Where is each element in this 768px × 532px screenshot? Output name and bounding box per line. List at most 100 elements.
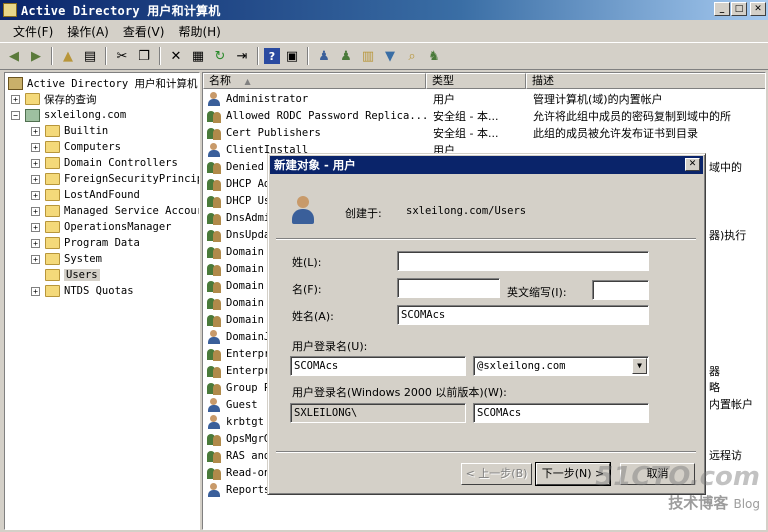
toolbar-separator [257, 47, 259, 65]
group-icon [207, 279, 221, 293]
show-tree-icon[interactable]: ▤ [80, 46, 100, 66]
row-name: Administrator [226, 92, 309, 105]
help-icon[interactable]: ? [264, 48, 280, 64]
collapse-icon[interactable]: − [11, 110, 20, 120]
menu-view[interactable]: 查看(V) [116, 21, 172, 42]
last-name-field[interactable] [397, 251, 649, 271]
row-name: Read-on [226, 466, 271, 479]
expand-icon[interactable]: + [31, 174, 40, 184]
row-name: Domain [226, 313, 264, 326]
expand-icon[interactable]: + [31, 126, 40, 136]
tree-item-ntds-quotas[interactable]: + NTDS Quotas [31, 283, 134, 299]
dropdown-arrow-icon[interactable]: ▼ [632, 358, 647, 374]
properties-icon[interactable]: ▦ [188, 46, 208, 66]
row-type: 安全组 - 本... [433, 109, 499, 123]
folder-icon [45, 253, 60, 265]
filter-icon[interactable]: ▼ [380, 46, 400, 66]
minimize-button[interactable]: _ [714, 2, 730, 16]
upn-suffix-select[interactable]: @sxleilong.com ▼ [473, 356, 649, 376]
tree-item-system[interactable]: + System [31, 251, 102, 267]
tree-item-domain[interactable]: − sxleilong.com [11, 107, 126, 123]
row-name: RAS and [226, 449, 271, 462]
group-icon [207, 211, 221, 225]
user-icon [207, 414, 221, 429]
cut-icon[interactable]: ✂ [112, 46, 132, 66]
row-description: 管理计算机(域)的内置帐户 [533, 92, 663, 106]
expand-icon[interactable]: + [31, 238, 40, 248]
tree-item-domain-controllers[interactable]: + Domain Controllers [31, 155, 178, 171]
user-icon [207, 482, 221, 497]
folder-icon [25, 93, 40, 105]
full-name-field[interactable]: SCOMAcs [397, 305, 649, 325]
expand-icon[interactable]: + [31, 206, 40, 216]
toolbar-separator [159, 47, 161, 65]
new-ou-icon[interactable]: ▥ [358, 46, 378, 66]
group-icon [207, 160, 221, 174]
expand-icon[interactable]: + [31, 222, 40, 232]
new-user-icon[interactable]: ♟ [314, 46, 334, 66]
first-name-field[interactable] [397, 278, 500, 298]
column-header-name[interactable]: 名称 ▲ [203, 73, 426, 89]
watermark: 51CTO.com 技术博客 Blog [595, 462, 760, 513]
tree-item-saved-queries[interactable]: + 保存的查询 [11, 91, 97, 107]
expand-icon[interactable]: + [11, 94, 20, 104]
export-icon[interactable]: ⇥ [232, 46, 252, 66]
tree-item-lost-and-found[interactable]: + LostAndFound [31, 187, 140, 203]
peek-desc: 远程访 [709, 449, 742, 462]
dialog-close-button[interactable]: ✕ [685, 158, 700, 171]
menu-action[interactable]: 操作(A) [60, 21, 116, 42]
expand-icon[interactable]: + [31, 158, 40, 168]
row-name: krbtgt [226, 415, 264, 428]
row-name: Reports [226, 483, 271, 496]
forward-arrow-icon[interactable]: ▶ [26, 46, 46, 66]
expand-icon[interactable]: + [31, 190, 40, 200]
column-header-description[interactable]: 描述 [526, 73, 765, 89]
initials-field[interactable] [592, 280, 649, 300]
row-name: DnsAdmi [226, 211, 271, 224]
folder-icon [45, 173, 60, 185]
tree-item-foreign-security[interactable]: + ForeignSecurityPrincip [31, 171, 199, 187]
peek-desc: 器)执行 [709, 229, 747, 242]
pre2000-logon-field[interactable]: SCOMAcs [473, 403, 649, 423]
menu-help[interactable]: 帮助(H) [171, 21, 227, 42]
tree-item-managed-service[interactable]: + Managed Service Accour [31, 203, 199, 219]
tree-item-computers[interactable]: + Computers [31, 139, 121, 155]
close-button[interactable]: ✕ [750, 2, 766, 16]
new-group-icon[interactable]: ♟ [336, 46, 356, 66]
find-icon[interactable]: ⌕ [402, 46, 422, 66]
domain-icon [25, 108, 40, 122]
list-row[interactable]: Administrator 用户 管理计算机(域)的内置帐户 [207, 90, 763, 107]
list-row[interactable]: Cert Publishers 安全组 - 本... 此组的成员被允许发布证书到目录 [207, 124, 763, 141]
console-icon[interactable]: ▣ [282, 46, 302, 66]
expand-icon[interactable]: + [31, 254, 40, 264]
add-to-group-icon[interactable]: ♞ [424, 46, 444, 66]
up-folder-icon[interactable]: ▲ [58, 46, 78, 66]
expand-icon[interactable]: + [31, 286, 40, 296]
back-button[interactable]: < 上一步(B) [461, 463, 532, 485]
row-name: DHCP Ad [226, 177, 271, 190]
user-icon [207, 91, 221, 106]
group-icon [207, 262, 221, 276]
tree-root[interactable]: Active Directory 用户和计算机 [8, 75, 197, 91]
peek-desc: 略 [709, 381, 720, 394]
delete-icon[interactable]: ✕ [166, 46, 186, 66]
row-name: Cert Publishers [226, 126, 321, 139]
folder-icon [45, 237, 60, 249]
refresh-icon[interactable]: ↻ [210, 46, 230, 66]
copy-icon[interactable]: ❐ [134, 46, 154, 66]
tree-item-users[interactable]: Users [45, 267, 100, 283]
list-row[interactable]: Allowed RODC Password Replica... 安全组 - 本.… [207, 107, 763, 124]
back-arrow-icon[interactable]: ◀ [4, 46, 24, 66]
maximize-button[interactable]: □ [731, 2, 747, 16]
menu-file[interactable]: 文件(F) [6, 21, 60, 42]
logon-name-field[interactable]: SCOMAcs [290, 356, 466, 376]
group-icon [207, 194, 221, 208]
tree-item-builtin[interactable]: + Builtin [31, 123, 108, 139]
tree-item-operations-manager[interactable]: + OperationsManager [31, 219, 171, 235]
column-header-type[interactable]: 类型 [426, 73, 526, 89]
expand-icon[interactable]: + [31, 142, 40, 152]
last-name-label: 姓(L): [292, 256, 322, 269]
tree-pane: Active Directory 用户和计算机 + 保存的查询 − sxleil… [4, 72, 200, 530]
peek-desc: 域中的 [709, 161, 742, 174]
tree-item-program-data[interactable]: + Program Data [31, 235, 140, 251]
